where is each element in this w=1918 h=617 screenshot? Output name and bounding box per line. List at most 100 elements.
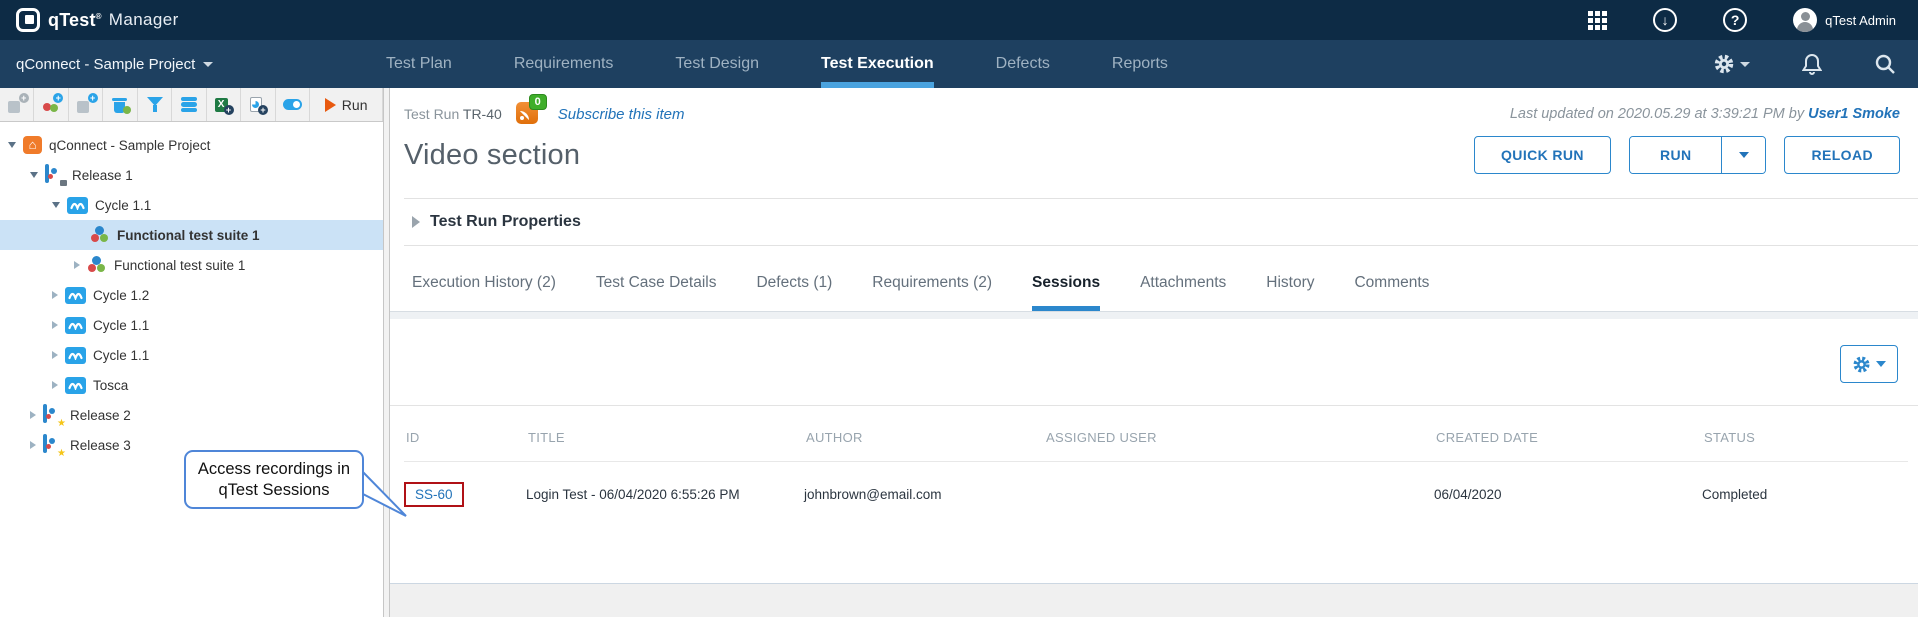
settings-menu[interactable] — [1713, 53, 1750, 75]
page-title: Video section — [404, 139, 580, 172]
left-panel: + + + X+ + Run ⌂ qConnect - Sample Proje… — [0, 88, 383, 617]
quick-run-button[interactable]: QUICK RUN — [1474, 136, 1611, 174]
table-header-row: ID TITLE AUTHOR ASSIGNED USER CREATED DA… — [404, 430, 1908, 462]
tree-item-tosca[interactable]: Tosca — [0, 370, 383, 400]
column-header-created-date[interactable]: CREATED DATE — [1434, 430, 1702, 445]
tree-item-label: Tosca — [93, 378, 128, 393]
caret-right-icon[interactable] — [30, 441, 36, 449]
tab-attachments[interactable]: Attachments — [1140, 274, 1226, 311]
tab-comments[interactable]: Comments — [1354, 274, 1429, 311]
tab-test-case-details[interactable]: Test Case Details — [596, 274, 717, 311]
home-icon: ⌂ — [23, 136, 42, 154]
main-panel: Test Run TR-40 0 Subscribe this item Las… — [390, 88, 1918, 617]
session-created-date-cell: 06/04/2020 — [1434, 487, 1702, 502]
run-label: Run — [342, 97, 368, 113]
caret-right-icon[interactable] — [52, 351, 58, 359]
panel-splitter[interactable] — [383, 88, 390, 617]
caret-down-icon[interactable] — [30, 172, 38, 178]
data-query-icon[interactable] — [172, 88, 206, 121]
help-icon[interactable]: ? — [1723, 8, 1747, 32]
tree-item-project-root[interactable]: ⌂ qConnect - Sample Project — [0, 130, 383, 160]
tree-item-label: Functional test suite 1 — [114, 258, 245, 273]
caret-right-icon[interactable] — [52, 321, 58, 329]
reload-button[interactable]: RELOAD — [1784, 136, 1900, 174]
tab-sessions[interactable]: Sessions — [1032, 274, 1100, 311]
tab-test-execution[interactable]: Test Execution — [821, 40, 934, 88]
qtest-logo-icon — [16, 8, 40, 32]
tree-item-cycle-1-1c[interactable]: Cycle 1.1 — [0, 340, 383, 370]
tree-item-cycle-1-2[interactable]: Cycle 1.2 — [0, 280, 383, 310]
add-test-cycle-icon[interactable]: + — [34, 88, 68, 121]
breadcrumb: Test Run TR-40 — [404, 106, 502, 122]
section-divider — [390, 405, 1918, 406]
tree-item-label: Release 1 — [72, 168, 133, 183]
tab-defects[interactable]: Defects — [996, 40, 1050, 88]
caret-down-icon[interactable] — [8, 142, 16, 148]
tab-test-plan[interactable]: Test Plan — [386, 40, 452, 88]
column-header-status[interactable]: STATUS — [1702, 430, 1908, 445]
caret-right-icon[interactable] — [30, 411, 36, 419]
annotation-callout: Access recordings in qTest Sessions — [184, 450, 364, 509]
tree-item-cycle-1-1b[interactable]: Cycle 1.1 — [0, 310, 383, 340]
export-excel-icon[interactable]: X+ — [207, 88, 241, 121]
tab-execution-history[interactable]: Execution History (2) — [412, 274, 556, 311]
run-dropdown-button[interactable] — [1721, 137, 1765, 173]
tree-item-functional-test-suite-1[interactable]: Functional test suite 1 — [0, 250, 383, 280]
chevron-down-icon — [1739, 152, 1749, 158]
last-updated-text: Last updated on 2020.05.29 at 3:39:21 PM… — [1510, 106, 1900, 122]
session-id-link[interactable]: SS-60 — [415, 487, 453, 502]
delete-icon[interactable] — [103, 88, 137, 121]
subscribe-link[interactable]: Subscribe this item — [558, 106, 685, 123]
release-icon: ★ — [43, 406, 63, 424]
gear-icon — [1852, 355, 1871, 374]
filter-icon[interactable] — [138, 88, 172, 121]
test-execution-tree: ⌂ qConnect - Sample Project Release 1 Cy… — [0, 122, 383, 617]
column-header-id[interactable]: ID — [404, 430, 526, 445]
test-run-properties-toggle[interactable]: Test Run Properties — [404, 198, 1918, 246]
tab-requirements[interactable]: Requirements (2) — [872, 274, 992, 311]
caret-right-icon[interactable] — [74, 261, 80, 269]
caret-down-icon[interactable] — [52, 202, 60, 208]
notifications-bell-icon[interactable] — [1802, 53, 1822, 75]
project-selector[interactable]: qConnect - Sample Project — [16, 40, 316, 88]
run-button[interactable]: RUN — [1630, 137, 1722, 173]
release-icon — [45, 166, 65, 184]
tree-item-release-1[interactable]: Release 1 — [0, 160, 383, 190]
sessions-table: ID TITLE AUTHOR ASSIGNED USER CREATED DA… — [404, 430, 1918, 507]
tab-reports[interactable]: Reports — [1112, 40, 1168, 88]
column-header-author[interactable]: AUTHOR — [804, 430, 1044, 445]
column-header-assigned-user[interactable]: ASSIGNED USER — [1044, 430, 1434, 445]
tree-item-release-2[interactable]: ★ Release 2 — [0, 400, 383, 430]
rss-count-badge: 0 — [529, 94, 547, 110]
last-updated-user-link[interactable]: User1 Smoke — [1808, 106, 1900, 122]
session-title-cell: Login Test - 06/04/2020 6:55:26 PM — [526, 487, 804, 502]
table-settings-button[interactable] — [1840, 345, 1898, 383]
tab-requirements[interactable]: Requirements — [514, 40, 614, 88]
tree-toolbar: + + + X+ + Run — [0, 88, 383, 122]
download-icon[interactable]: ↓ — [1653, 8, 1677, 32]
run-button[interactable]: Run — [310, 88, 383, 121]
annotation-callout-tail — [358, 458, 412, 520]
tree-item-label: Release 3 — [70, 438, 131, 453]
caret-right-icon[interactable] — [52, 291, 58, 299]
caret-right-icon[interactable] — [52, 381, 58, 389]
column-header-title[interactable]: TITLE — [526, 430, 804, 445]
tab-test-design[interactable]: Test Design — [675, 40, 759, 88]
toggle-view-icon[interactable] — [276, 88, 310, 121]
tab-defects[interactable]: Defects (1) — [756, 274, 832, 311]
search-icon[interactable] — [1874, 53, 1896, 75]
nav-tabs: Test Plan Requirements Test Design Test … — [386, 40, 1168, 88]
app-switcher-icon[interactable] — [1588, 11, 1607, 30]
tab-history[interactable]: History — [1266, 274, 1314, 311]
add-test-suite-icon[interactable]: + — [69, 88, 103, 121]
tree-item-cycle-1-1[interactable]: Cycle 1.1 — [0, 190, 383, 220]
avatar — [1793, 8, 1817, 32]
export-report-icon[interactable]: + — [241, 88, 275, 121]
tree-item-functional-test-suite-1-selected[interactable]: Functional test suite 1 — [0, 220, 383, 250]
user-menu[interactable]: qTest Admin — [1793, 8, 1896, 32]
cycle-icon — [65, 347, 86, 364]
rss-feed-icon[interactable]: 0 — [516, 102, 540, 126]
product-name: Manager — [109, 10, 179, 30]
add-release-icon[interactable]: + — [0, 88, 34, 121]
cycle-icon — [65, 377, 86, 394]
